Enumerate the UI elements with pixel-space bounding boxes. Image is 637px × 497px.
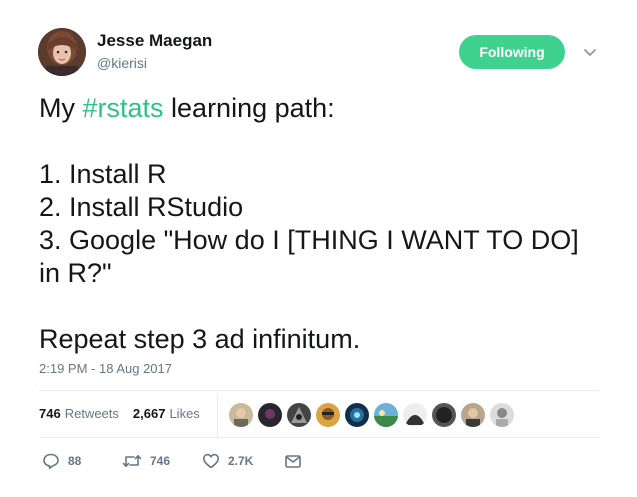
like-button[interactable]: 2.7K xyxy=(202,452,284,470)
author-name[interactable]: Jesse Maegan xyxy=(97,31,212,51)
retweet-button[interactable]: 746 xyxy=(122,452,202,470)
tweet-line-5: in R?" xyxy=(39,258,112,288)
retweets-stat[interactable]: 746 Retweets xyxy=(39,406,119,421)
like-count: 2.7K xyxy=(228,454,254,468)
likes-stat[interactable]: 2,667 Likes xyxy=(133,406,200,421)
hashtag-rstats[interactable]: #rstats xyxy=(83,93,164,123)
reply-icon xyxy=(42,452,60,470)
tweet-line-4: 3. Google "How do I [THING I WANT TO DO] xyxy=(39,225,579,255)
direct-message-button[interactable] xyxy=(284,452,302,470)
reply-button[interactable]: 88 xyxy=(42,452,122,470)
following-button[interactable]: Following xyxy=(459,35,565,69)
liker-avatar[interactable] xyxy=(316,403,340,427)
tweet-card: Jesse Maegan @kierisi Following My #rsta… xyxy=(0,0,637,497)
reply-count: 88 xyxy=(68,454,82,468)
likes-label: Likes xyxy=(169,406,200,421)
retweet-icon xyxy=(122,452,142,470)
liker-avatar[interactable] xyxy=(490,403,514,427)
envelope-icon xyxy=(284,452,302,470)
stats-separator xyxy=(217,394,218,438)
tweet-line-3: 2. Install RStudio xyxy=(39,192,244,222)
liker-avatar[interactable] xyxy=(229,403,253,427)
heart-icon xyxy=(202,452,220,470)
retweets-label: Retweets xyxy=(64,406,119,421)
divider xyxy=(39,390,599,391)
liker-avatars xyxy=(229,403,519,427)
liker-avatar[interactable] xyxy=(374,403,398,427)
liker-avatar[interactable] xyxy=(461,403,485,427)
tweet-text-segment: My xyxy=(39,93,83,123)
tweet-line-2: 1. Install R xyxy=(39,159,167,189)
liker-avatar[interactable] xyxy=(403,403,427,427)
liker-avatar[interactable] xyxy=(345,403,369,427)
tweet-line-1: My #rstats learning path: xyxy=(39,92,609,125)
divider xyxy=(39,437,599,438)
liker-avatar[interactable] xyxy=(287,403,311,427)
tweet-stats: 746 Retweets 2,667 Likes xyxy=(39,406,200,421)
chevron-down-icon[interactable] xyxy=(582,46,598,58)
liker-avatar[interactable] xyxy=(258,403,282,427)
likes-count: 2,667 xyxy=(132,406,166,421)
tweet-actions: 88 746 2.7K xyxy=(42,452,302,470)
tweet-text-segment: learning path: xyxy=(163,93,335,123)
retweet-count: 746 xyxy=(150,454,171,468)
author-avatar[interactable] xyxy=(38,28,86,76)
liker-avatar[interactable] xyxy=(432,403,456,427)
tweet-timestamp[interactable]: 2:19 PM - 18 Aug 2017 xyxy=(39,361,172,376)
retweets-count: 746 xyxy=(39,406,61,421)
tweet-text: My #rstats learning path: 1. Install R 2… xyxy=(39,92,609,356)
tweet-line-6: Repeat step 3 ad infinitum. xyxy=(39,324,361,354)
author-handle[interactable]: @kierisi xyxy=(97,55,147,71)
